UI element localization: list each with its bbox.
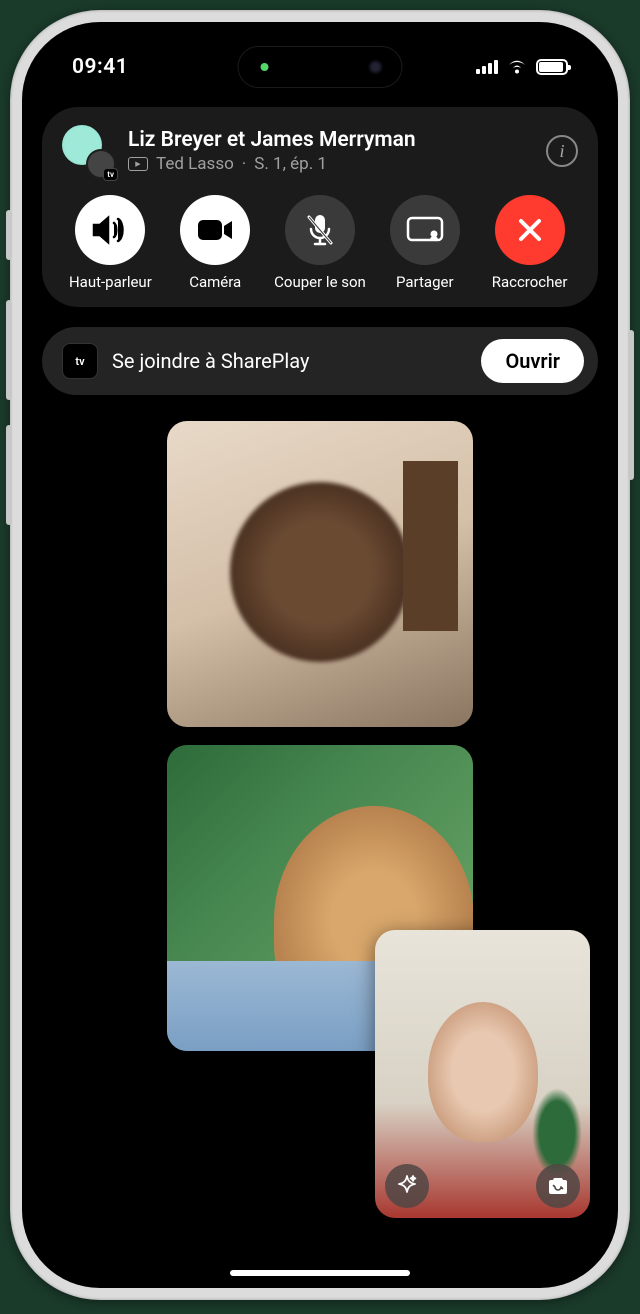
- mute-button[interactable]: [285, 195, 355, 265]
- call-controls-panel: tv Liz Breyer et James Merryman Ted Lass…: [42, 107, 598, 307]
- appletv-app-icon: tv: [62, 343, 98, 379]
- front-camera-lens-icon: [368, 59, 384, 75]
- effects-star-icon: [395, 1174, 419, 1198]
- pip-tv-icon: [128, 157, 148, 171]
- shareplay-banner: tv Se joindre à SharePlay Ouvrir: [42, 327, 598, 395]
- status-bar: 09:41: [22, 40, 618, 94]
- camera-label: Caméra: [189, 273, 241, 291]
- info-button[interactable]: i: [546, 135, 578, 167]
- dot-separator: ·: [242, 154, 246, 174]
- shareplay-open-button[interactable]: Ouvrir: [481, 339, 584, 383]
- end-call-button[interactable]: [495, 195, 565, 265]
- show-name: Ted Lasso: [156, 154, 234, 174]
- now-playing-subtitle: Ted Lasso · S. 1, ép. 1: [128, 154, 532, 174]
- dynamic-island[interactable]: [238, 46, 403, 88]
- screen: 09:41: [22, 22, 618, 1288]
- side-button: [6, 210, 12, 260]
- call-participants-title: Liz Breyer et James Merryman: [128, 128, 532, 152]
- flip-camera-button[interactable]: [536, 1164, 580, 1208]
- speaker-button[interactable]: [75, 195, 145, 265]
- self-view-pip[interactable]: [375, 930, 590, 1218]
- camera-button[interactable]: [180, 195, 250, 265]
- group-avatar[interactable]: tv: [62, 125, 114, 177]
- close-icon: [517, 217, 543, 243]
- speaker-icon: [91, 215, 129, 245]
- share-label: Partager: [396, 273, 454, 291]
- cellular-signal-icon: [476, 60, 498, 74]
- participant-tile[interactable]: [167, 421, 473, 727]
- wifi-icon: [506, 59, 528, 75]
- shareplay-screen-icon: [406, 216, 444, 244]
- video-camera-icon: [196, 218, 234, 242]
- side-button: [628, 330, 634, 480]
- end-call-label: Raccrocher: [492, 273, 568, 291]
- status-time: 09:41: [72, 55, 128, 79]
- phone-frame: 09:41: [10, 10, 630, 1300]
- effects-button[interactable]: [385, 1164, 429, 1208]
- battery-icon: [536, 59, 568, 75]
- appletv-badge-icon: tv: [103, 168, 118, 181]
- microphone-slash-icon: [305, 213, 335, 247]
- status-right: [476, 59, 568, 75]
- share-button[interactable]: [390, 195, 460, 265]
- side-button: [6, 425, 12, 525]
- home-indicator[interactable]: [230, 1270, 410, 1276]
- speaker-label: Haut-parleur: [69, 273, 152, 291]
- mute-label: Couper le son: [274, 273, 366, 291]
- camera-flip-icon: [546, 1176, 570, 1196]
- camera-privacy-dot-icon: [260, 63, 268, 71]
- episode-label: S. 1, ép. 1: [254, 154, 327, 174]
- shareplay-text: Se joindre à SharePlay: [112, 349, 467, 373]
- side-button: [6, 300, 12, 400]
